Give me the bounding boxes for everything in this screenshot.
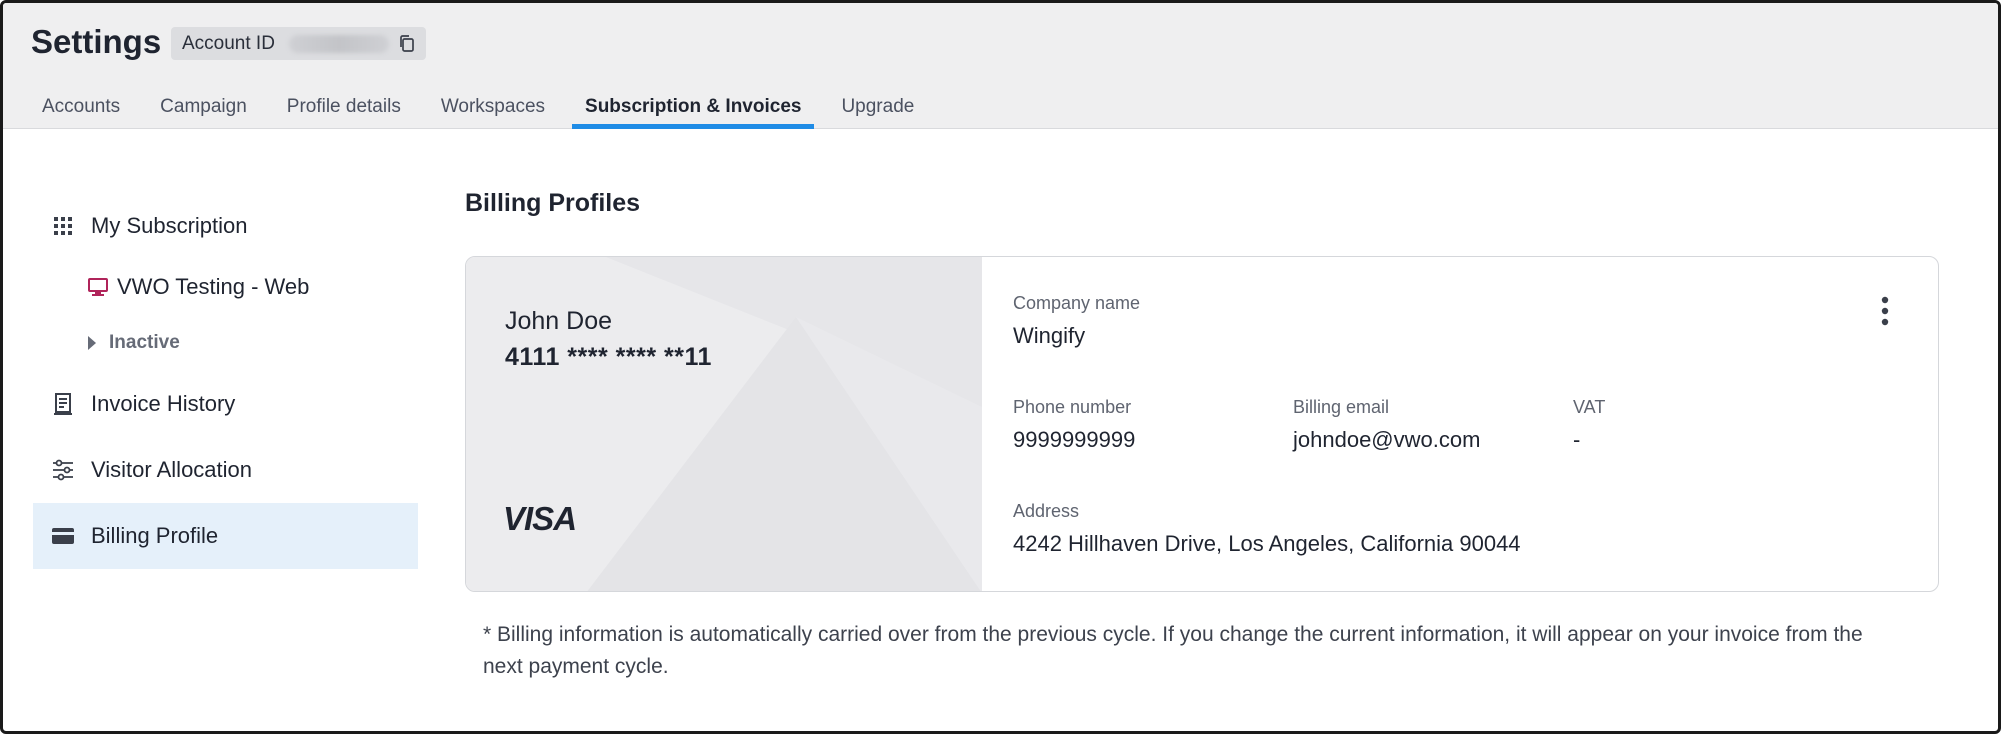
- billing-profile-card: John Doe 4111 **** **** **11 VISA Compan…: [465, 256, 1939, 592]
- tab-accounts[interactable]: Accounts: [29, 83, 133, 129]
- grid-icon: [49, 214, 77, 238]
- company-name-label: Company name: [1013, 293, 1141, 313]
- tab-workspaces[interactable]: Workspaces: [428, 83, 558, 129]
- billing-note: * Billing information is automatically c…: [483, 623, 1863, 678]
- sidebar-item-label: Inactive: [109, 332, 180, 353]
- app-window: Settings Account ID Accounts Campaign Pr…: [0, 0, 2001, 734]
- sidebar-item-label: VWO Testing - Web: [117, 274, 310, 299]
- section-title: Billing Profiles: [465, 189, 641, 217]
- account-id-redacted: [288, 34, 389, 53]
- phone-number-value: 9999999999: [1013, 427, 1136, 452]
- sliders-icon: [49, 458, 77, 482]
- sidebar-item-vwo-testing-web[interactable]: VWO Testing - Web: [33, 259, 418, 315]
- vat-value: -: [1573, 427, 1581, 452]
- credit-card-preview: John Doe 4111 **** **** **11 VISA: [466, 257, 982, 591]
- card-number: 4111 **** **** **11: [505, 343, 712, 371]
- billing-email-label: Billing email: [1293, 397, 1390, 417]
- sidebar-item-label: My Subscription: [91, 213, 248, 238]
- visa-logo: VISA: [503, 500, 577, 537]
- sidebar: My Subscription VWO Testing - Web Inacti…: [33, 193, 418, 569]
- sidebar-item-label: Visitor Allocation: [91, 457, 253, 482]
- copy-icon[interactable]: [397, 34, 417, 54]
- invoice-icon: [49, 392, 77, 416]
- vat-label: VAT: [1573, 397, 1606, 417]
- more-options-icon[interactable]: [1878, 295, 1892, 327]
- address-value: 4242 Hillhaven Drive, Los Angeles, Calif…: [1013, 531, 1521, 556]
- settings-header: Settings Account ID Accounts Campaign Pr…: [3, 3, 1998, 129]
- sidebar-item-visitor-allocation[interactable]: Visitor Allocation: [33, 437, 418, 503]
- caret-right-icon: [87, 334, 101, 352]
- tab-campaign[interactable]: Campaign: [147, 83, 260, 129]
- tab-profile-details[interactable]: Profile details: [274, 83, 414, 129]
- tab-upgrade[interactable]: Upgrade: [828, 83, 927, 129]
- tab-subscription-invoices[interactable]: Subscription & Invoices: [572, 83, 815, 129]
- company-name-value: Wingify: [1013, 323, 1086, 348]
- phone-number-label: Phone number: [1013, 397, 1132, 417]
- settings-tabs: Accounts Campaign Profile details Worksp…: [29, 83, 941, 129]
- sidebar-item-billing-profile[interactable]: Billing Profile: [33, 503, 418, 569]
- sidebar-item-my-subscription[interactable]: My Subscription: [33, 193, 418, 259]
- sidebar-item-label: Billing Profile: [91, 523, 219, 548]
- account-id-label: Account ID: [182, 32, 275, 54]
- monitor-icon: [87, 276, 111, 298]
- page-title: Settings: [31, 23, 162, 60]
- sidebar-item-invoice-history[interactable]: Invoice History: [33, 371, 418, 437]
- address-label: Address: [1013, 501, 1080, 521]
- account-id-chip: Account ID: [171, 27, 426, 60]
- credit-card-icon: [49, 524, 77, 548]
- card-holder-name: John Doe: [505, 307, 613, 335]
- sidebar-item-label: Invoice History: [91, 391, 236, 416]
- billing-email-value: johndoe@vwo.com: [1293, 427, 1481, 452]
- sidebar-item-inactive[interactable]: Inactive: [33, 315, 418, 371]
